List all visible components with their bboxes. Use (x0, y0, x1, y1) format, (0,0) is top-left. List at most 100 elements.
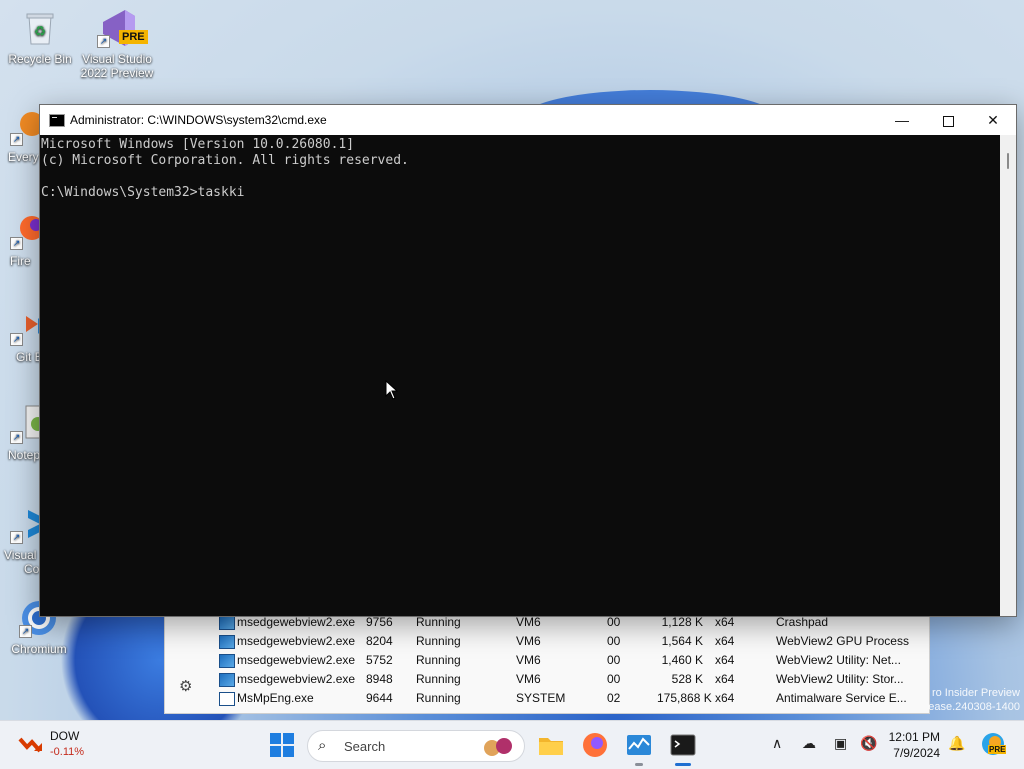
search-highlight-icon (484, 738, 512, 756)
process-pid: 9644 (366, 691, 393, 705)
process-cpu: 00 (607, 634, 621, 648)
close-button[interactable]: ✕ (970, 105, 1016, 135)
desktop-icon-label: Visual Studio 2022 Preview (80, 52, 154, 80)
shortcut-arrow-icon: ↗ (10, 133, 23, 146)
process-icon (219, 635, 235, 649)
table-row[interactable]: msedgewebview2.exe 8204 Running VM6 00 1… (217, 632, 929, 651)
process-memory: 528 K (671, 672, 703, 686)
process-name: MsMpEng.exe (237, 691, 314, 705)
visual-studio-icon: PRE ↗ (97, 8, 148, 48)
maximize-icon (942, 115, 954, 127)
onedrive-offline-icon[interactable]: ☁ (802, 735, 816, 752)
process-arch: x64 (715, 672, 735, 686)
search-placeholder: Search (344, 739, 386, 754)
process-memory: 1,564 K (661, 634, 703, 648)
windows-logo-tile (270, 746, 281, 757)
vertical-scrollbar[interactable] (1000, 135, 1016, 616)
process-user: VM6 (516, 672, 541, 686)
console-line: (c) Microsoft Corporation. All rights re… (41, 153, 409, 168)
process-cpu: 00 (607, 653, 621, 667)
settings-gear-icon[interactable]: ⚙ (179, 679, 195, 695)
watermark-line: ro Insider Preview (931, 687, 1020, 699)
show-hidden-icons-chevron-icon[interactable]: ∧ (772, 735, 782, 752)
process-status: Running (416, 672, 461, 686)
table-row[interactable]: msedgewebview2.exe 5752 Running VM6 00 1… (217, 651, 929, 670)
process-user: VM6 (516, 634, 541, 648)
clock-time: 12:01 PM (888, 730, 940, 744)
shortcut-arrow-icon: ↗ (10, 431, 23, 444)
desktop-icon-label: Chromium (11, 642, 67, 656)
task-manager-taskbar-icon[interactable] (625, 731, 653, 759)
process-memory: 175,868 K (657, 691, 712, 705)
title-bar[interactable]: Administrator: C:\WINDOWS\system32\cmd.e… (40, 105, 1016, 135)
process-pid: 8948 (366, 672, 393, 686)
shortcut-arrow-icon: ↗ (10, 531, 23, 544)
app-running-indicator (635, 763, 643, 766)
windows-logo-tile (283, 733, 294, 744)
window-title: Administrator: C:\WINDOWS\system32\cmd.e… (70, 113, 327, 127)
recycle-bin-icon: ♻ (20, 8, 60, 48)
task-manager-window[interactable]: ⚙ msedgewebview2.exe 9756 Running VM6 00… (164, 612, 930, 714)
scrollbar-thumb[interactable] (1007, 153, 1009, 169)
process-status: Running (416, 653, 461, 667)
watermark-line: ease.240308-1400 (928, 701, 1020, 713)
process-memory: 1,460 K (661, 653, 703, 667)
cmd-app-icon (49, 114, 65, 127)
minimize-button[interactable]: — (879, 105, 925, 135)
copilot-icon[interactable]: PRE (980, 731, 1007, 757)
taskbar: DOW -0.11% ⌕ Search ∧ ☁ ▣ 🔇 12:01 PM 7/9… (0, 720, 1024, 769)
process-icon (219, 616, 235, 630)
svg-text:♻: ♻ (34, 23, 47, 39)
mouse-pointer-icon (385, 380, 399, 400)
process-description: WebView2 Utility: Stor... (776, 672, 904, 686)
cmd-taskbar-icon[interactable] (669, 731, 697, 759)
process-status: Running (416, 634, 461, 648)
process-description: WebView2 Utility: Net... (776, 653, 901, 667)
process-user: SYSTEM (516, 691, 566, 705)
process-cpu: 00 (607, 672, 621, 686)
process-name: msedgewebview2.exe (237, 653, 356, 667)
table-row[interactable]: msedgewebview2.exe 8948 Running VM6 00 5… (217, 670, 929, 689)
console-prompt-line[interactable]: C:\Windows\System32>taskki (41, 185, 1001, 201)
process-pid: 5752 (366, 653, 393, 667)
search-box[interactable]: ⌕ Search (307, 730, 525, 762)
system-clock[interactable]: 12:01 PM 7/9/2024 (878, 729, 940, 761)
file-explorer-icon[interactable] (537, 731, 565, 759)
windows-logo-icon (270, 733, 281, 744)
widget-change[interactable]: -0.11% (50, 746, 84, 758)
process-description: Antimalware Service E... (776, 691, 907, 705)
process-arch: x64 (715, 691, 735, 705)
console-output[interactable]: Microsoft Windows [Version 10.0.26080.1]… (40, 135, 1001, 618)
desktop-icon-label: Recycle Bin (8, 52, 72, 66)
firefox-taskbar-icon[interactable] (581, 731, 609, 759)
search-icon: ⌕ (318, 737, 327, 754)
copilot-preview-badge: PRE (988, 745, 1007, 754)
process-arch: x64 (715, 653, 735, 667)
shortcut-arrow-icon: ↗ (10, 237, 23, 250)
cmd-window[interactable]: Administrator: C:\WINDOWS\system32\cmd.e… (39, 104, 1017, 617)
app-active-indicator (675, 763, 691, 766)
process-user: VM6 (516, 653, 541, 667)
network-icon[interactable]: ▣ (834, 735, 847, 752)
desktop-icon-visual-studio-2022-preview[interactable]: PRE ↗ Visual Studio 2022 Preview (77, 8, 157, 80)
shortcut-arrow-icon: ↗ (19, 625, 32, 638)
preview-badge: PRE (119, 30, 148, 44)
widget-title[interactable]: DOW (50, 729, 79, 743)
volume-muted-icon[interactable]: 🔇 (860, 735, 877, 752)
insider-watermark: ro Insider Preview ease.240308-1400 (928, 686, 1020, 714)
process-icon (219, 692, 235, 706)
process-name: msedgewebview2.exe (237, 634, 356, 648)
process-cpu: 02 (607, 691, 621, 705)
shortcut-arrow-icon: ↗ (10, 333, 23, 346)
desktop-icon-recycle-bin[interactable]: ♻ Recycle Bin (0, 8, 80, 66)
clock-date: 7/9/2024 (893, 746, 940, 760)
table-row[interactable]: MsMpEng.exe 9644 Running SYSTEM 02 175,8… (217, 689, 929, 708)
notification-bell-icon[interactable]: 🔔 (948, 735, 965, 752)
stock-widget-icon[interactable] (18, 733, 44, 755)
start-button[interactable] (270, 733, 294, 757)
maximize-button[interactable] (925, 105, 971, 135)
shortcut-arrow-icon: ↗ (97, 35, 110, 48)
process-name: msedgewebview2.exe (237, 672, 356, 686)
process-description: WebView2 GPU Process (776, 634, 909, 648)
process-arch: x64 (715, 634, 735, 648)
